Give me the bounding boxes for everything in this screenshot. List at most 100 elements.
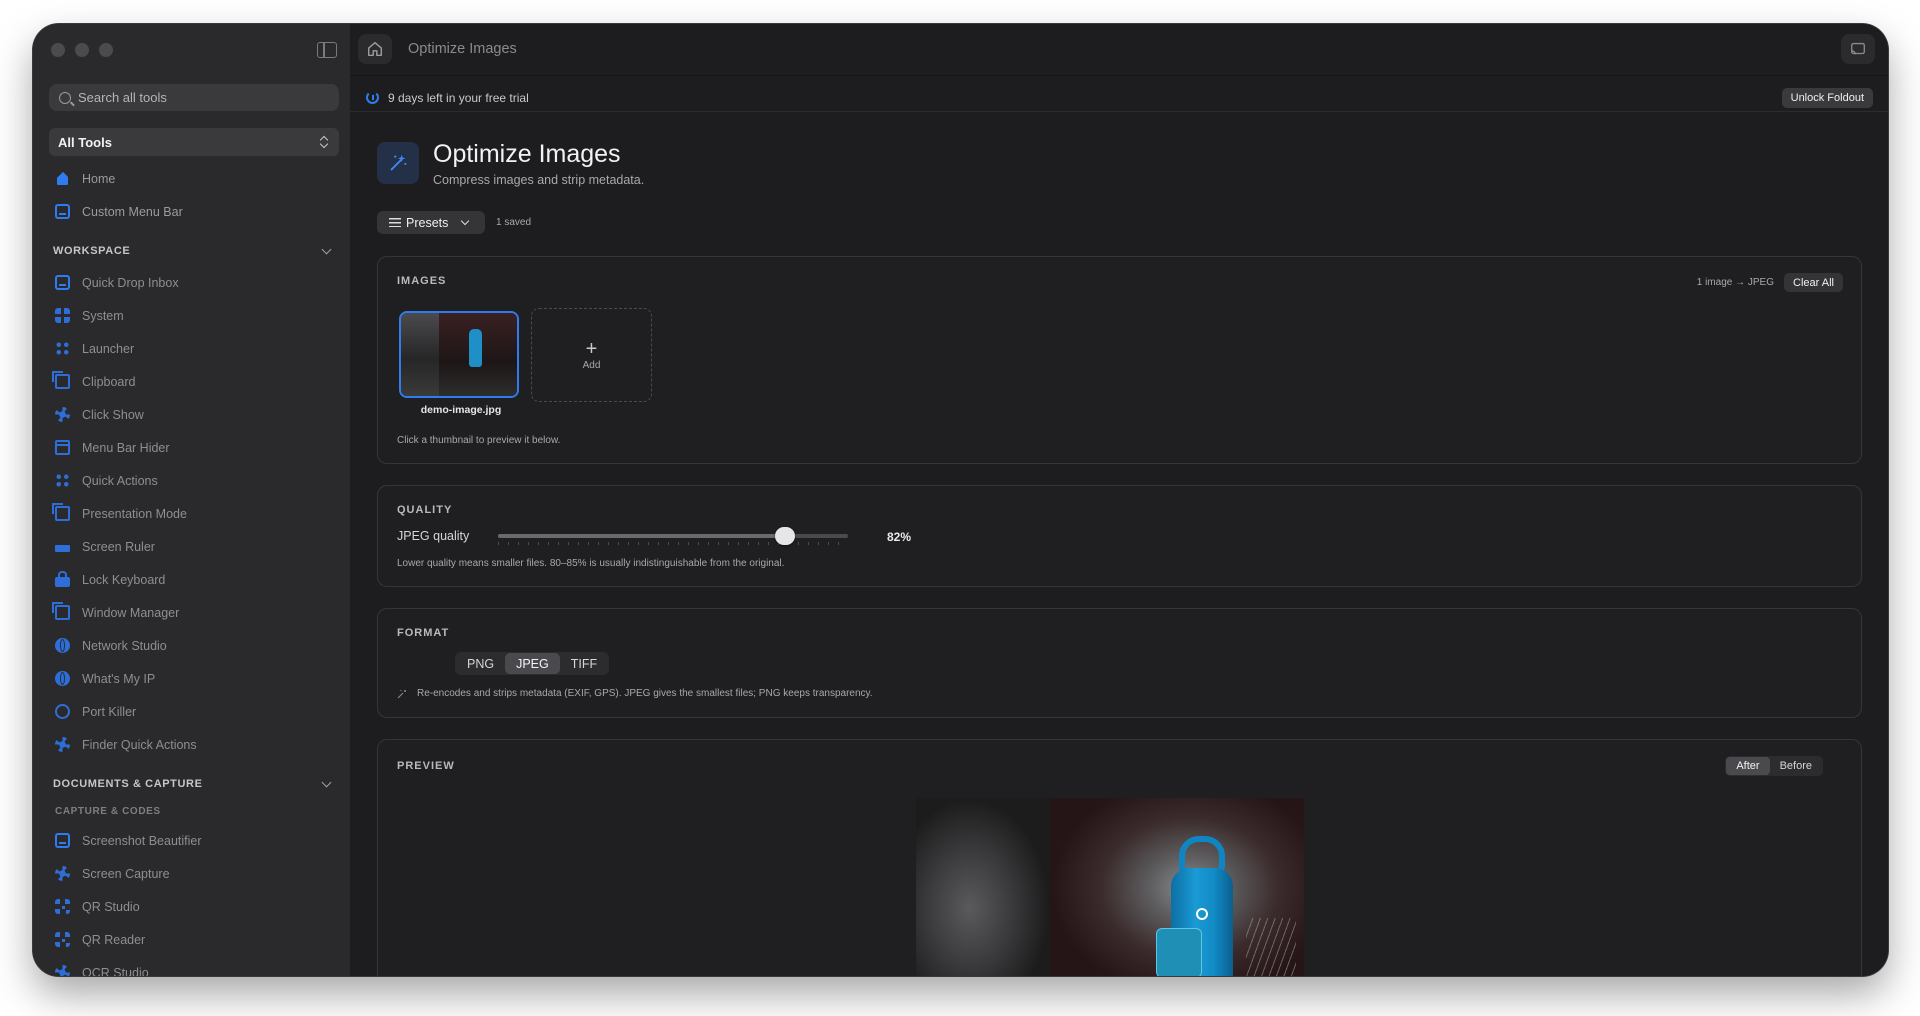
preview-label: PREVIEW	[397, 760, 455, 772]
sidebar-item-label: OCR Studio	[82, 965, 149, 977]
unlock-button[interactable]: Unlock Foldout	[1781, 88, 1873, 108]
sidebar-item-qr-studio[interactable]: QR Studio	[43, 890, 340, 923]
images-meta: 1 image → JPEG	[1696, 277, 1774, 288]
lock-icon	[55, 571, 70, 587]
minimize-window-button[interactable]	[75, 43, 89, 57]
globe-icon	[55, 671, 70, 686]
category-select[interactable]: All Tools	[49, 128, 339, 156]
clock-icon	[366, 91, 379, 104]
sidebar-item-label: Home	[82, 171, 116, 186]
home-button[interactable]	[358, 34, 392, 64]
sidebar-item-lock-keyboard[interactable]: Lock Keyboard	[43, 563, 340, 596]
section-title: WORKSPACE	[53, 245, 131, 257]
thumbnail-bottle	[469, 329, 482, 367]
preview-card: PREVIEW After Before	[377, 739, 1862, 976]
sidebar-item-quick-actions[interactable]: Quick Actions	[43, 464, 340, 497]
quality-slider-track[interactable]	[498, 534, 848, 538]
menubar-icon	[55, 204, 70, 219]
search-field[interactable]	[49, 84, 339, 111]
close-window-button[interactable]	[51, 43, 65, 57]
sidebar-item-label: Screen Ruler	[82, 539, 155, 554]
quality-value: 82%	[887, 530, 912, 544]
sidebar-item-label: Screen Capture	[82, 866, 170, 881]
sidebar-item-presentation-mode[interactable]: Presentation Mode	[43, 497, 340, 530]
plus-icon: +	[585, 337, 598, 360]
section-header-documents-capture[interactable]: DOCUMENTS & CAPTURE	[43, 769, 340, 799]
sidebar-item-network-studio[interactable]: Network Studio	[43, 629, 340, 662]
sidebar-item-system[interactable]: System	[43, 299, 340, 332]
magic-wand-icon	[377, 142, 419, 184]
quality-slider-fill	[498, 534, 785, 538]
thumbnail-filename: demo-image.jpg	[420, 404, 502, 416]
sidebar-item-whats-my-ip[interactable]: What's My IP	[43, 662, 340, 695]
sidebar-item-screen-capture[interactable]: Screen Capture	[43, 857, 340, 890]
house-icon	[55, 171, 70, 186]
clipboard-icon	[52, 371, 70, 389]
sidebar-item-screenshot-beautifier[interactable]: Screenshot Beautifier	[43, 824, 340, 857]
sidebar-item-ocr-studio[interactable]: OCR Studio	[43, 956, 340, 976]
format-label: FORMAT	[397, 627, 450, 639]
toggle-after[interactable]: After	[1726, 757, 1770, 775]
sidebar-item-custom-menu-bar[interactable]: Custom Menu Bar	[43, 195, 340, 228]
images-hint: Click a thumbnail to preview it below.	[397, 435, 561, 446]
sidebar-item-qr-reader[interactable]: QR Reader	[43, 923, 340, 956]
presets-button[interactable]: Presets	[377, 211, 485, 234]
app-window: All Tools Home Custom Menu Bar WORKSPACE	[33, 24, 1888, 976]
sidebar-item-label: System	[82, 308, 124, 323]
preview-compare-handle[interactable]	[1156, 928, 1202, 976]
format-card: FORMAT PNG JPEG TIFF Re-encodes and stri…	[377, 608, 1862, 718]
click-icon	[55, 407, 70, 422]
magic-wand-icon	[397, 689, 406, 699]
add-label: Add	[582, 359, 601, 371]
sidebar-item-click-show[interactable]: Click Show	[43, 398, 340, 431]
clear-all-button[interactable]: Clear All	[1784, 273, 1843, 292]
window-icon	[55, 440, 70, 455]
preview-before-half	[916, 798, 1050, 976]
trial-text: 9 days left in your free trial	[388, 91, 529, 105]
sidebar-item-label: What's My IP	[82, 671, 156, 686]
sidebar-item-label: Presentation Mode	[82, 506, 187, 521]
sidebar-item-clipboard[interactable]: Clipboard	[43, 365, 340, 398]
sidebar-item-quick-drop-inbox[interactable]: Quick Drop Inbox	[43, 266, 340, 299]
format-option-png[interactable]: PNG	[456, 653, 505, 674]
command-icon	[55, 341, 70, 356]
cast-button[interactable]	[1841, 34, 1875, 64]
search-input[interactable]	[78, 90, 318, 105]
window-controls	[51, 43, 113, 57]
format-option-tiff[interactable]: TIFF	[560, 653, 608, 674]
sidebar-item-finder-quick-actions[interactable]: Finder Quick Actions	[43, 728, 340, 761]
grid-icon	[55, 308, 70, 323]
sidebar-item-launcher[interactable]: Launcher	[43, 332, 340, 365]
sidebar-item-label: Menu Bar Hider	[82, 440, 170, 455]
sidebar-item-home[interactable]: Home	[43, 162, 340, 195]
toggle-before[interactable]: Before	[1770, 757, 1822, 775]
add-image-button[interactable]: + Add	[531, 308, 652, 402]
sidebar-item-port-killer[interactable]: Port Killer	[43, 695, 340, 728]
page-title: Optimize Images	[433, 140, 621, 168]
sidebar-nav: Home Custom Menu Bar WORKSPACE Quick Dro…	[43, 162, 340, 976]
updown-chevron-icon	[320, 135, 330, 149]
image-thumbnail[interactable]	[399, 311, 519, 398]
format-hint: Re-encodes and strips metadata (EXIF, GP…	[417, 688, 873, 699]
sidebar-item-label: Launcher	[82, 341, 135, 356]
capture-icon	[55, 866, 70, 881]
sidebar-toggle-icon[interactable]	[317, 42, 337, 58]
page-subtitle: Compress images and strip metadata.	[433, 173, 645, 187]
format-segmented-control: PNG JPEG TIFF	[455, 652, 610, 675]
main-content: Optimize Images 9 days left in your free…	[350, 24, 1888, 976]
after-before-toggle: After Before	[1725, 756, 1823, 776]
format-option-jpeg[interactable]: JPEG	[505, 653, 560, 674]
quality-slider-thumb[interactable]	[775, 527, 795, 545]
sidebar-item-screen-ruler[interactable]: Screen Ruler	[43, 530, 340, 563]
quality-hint: Lower quality means smaller files. 80–85…	[397, 558, 785, 569]
sidebar-item-window-manager[interactable]: Window Manager	[43, 596, 340, 629]
qr-icon	[55, 899, 70, 914]
sidebar-item-label: Screenshot Beautifier	[82, 833, 202, 848]
zoom-window-button[interactable]	[99, 43, 113, 57]
dots-icon	[55, 473, 70, 488]
sliders-icon	[389, 218, 401, 227]
section-header-workspace[interactable]: WORKSPACE	[43, 236, 340, 266]
jpeg-quality-label: JPEG quality	[397, 529, 470, 543]
sidebar-item-menu-bar-hider[interactable]: Menu Bar Hider	[43, 431, 340, 464]
ruler-icon	[55, 545, 70, 552]
